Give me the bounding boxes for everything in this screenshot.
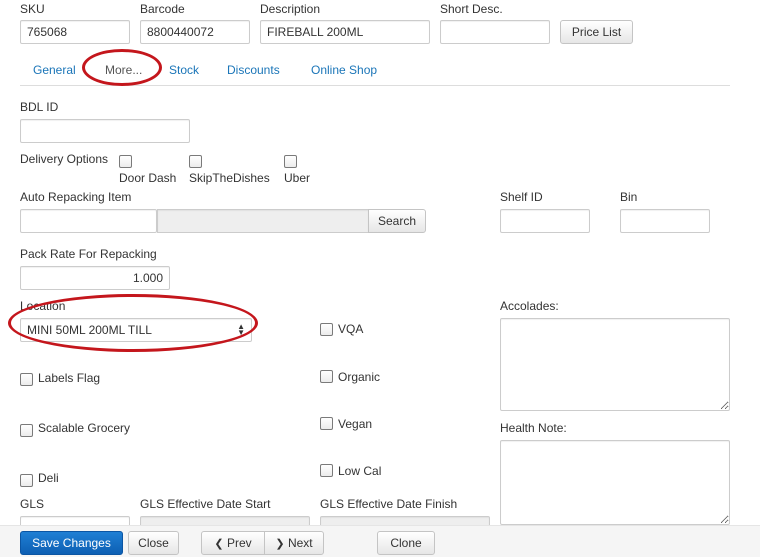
prev-button[interactable]: ❮ Prev xyxy=(201,531,265,555)
barcode-label: Barcode xyxy=(140,2,185,16)
next-label: Next xyxy=(287,536,313,550)
accolades-textarea[interactable] xyxy=(500,318,730,411)
vegan-label: Vegan xyxy=(338,417,373,431)
location-label: Location xyxy=(20,299,66,313)
description-label: Description xyxy=(260,2,321,16)
labels-flag-label: Labels Flag xyxy=(38,371,101,385)
auto-repacking-label: Auto Repacking Item xyxy=(20,190,132,204)
clone-button[interactable]: Clone xyxy=(377,531,435,555)
prev-label: Prev xyxy=(226,536,252,550)
short-desc-field[interactable] xyxy=(440,20,550,44)
scalable-grocery-checkbox[interactable] xyxy=(20,424,33,437)
bin-field[interactable] xyxy=(620,209,710,233)
auto-repacking-field[interactable] xyxy=(20,209,157,233)
location-select[interactable]: MINI 50ML 200ML TILL ▲ ▼ xyxy=(20,318,252,342)
tab-divider xyxy=(20,85,730,86)
gls-label: GLS xyxy=(20,497,45,511)
close-button[interactable]: Close xyxy=(128,531,179,555)
sku-label: SKU xyxy=(20,2,45,16)
sku-field[interactable]: 765068 xyxy=(20,20,130,44)
deli-checkbox[interactable] xyxy=(20,474,33,487)
health-note-label: Health Note: xyxy=(500,421,567,435)
pack-rate-field[interactable]: 1.000 xyxy=(20,266,170,290)
barcode-field[interactable]: 8800440072 xyxy=(140,20,250,44)
low-cal-checkbox[interactable] xyxy=(320,464,333,477)
auto-repacking-description xyxy=(157,209,369,233)
delivery-options-label: Delivery Options xyxy=(20,152,109,166)
bdl-id-field[interactable] xyxy=(20,119,190,143)
accolades-label: Accolades: xyxy=(500,299,559,313)
save-changes-button[interactable]: Save Changes xyxy=(20,531,123,555)
location-value: MINI 50ML 200ML TILL xyxy=(27,323,152,337)
door-dash-checkbox[interactable] xyxy=(119,155,132,168)
organic-label: Organic xyxy=(338,370,381,384)
next-button[interactable]: ❯ Next xyxy=(264,531,324,555)
tab-general[interactable]: General xyxy=(33,63,76,77)
pack-rate-label: Pack Rate For Repacking xyxy=(20,247,157,261)
organic-checkbox[interactable] xyxy=(320,370,333,383)
shelf-id-label: Shelf ID xyxy=(500,190,543,204)
short-desc-label: Short Desc. xyxy=(440,2,503,16)
scalable-grocery-label: Scalable Grocery xyxy=(38,421,131,435)
chevron-right-icon: ❯ xyxy=(275,538,285,550)
description-field[interactable]: FIREBALL 200ML xyxy=(260,20,430,44)
bin-label: Bin xyxy=(620,190,638,204)
tab-more[interactable]: More... xyxy=(105,63,142,77)
select-arrows-icon: ▲ ▼ xyxy=(237,322,245,337)
bdl-id-label: BDL ID xyxy=(20,100,59,114)
tab-online-shop[interactable]: Online Shop xyxy=(311,63,377,77)
shelf-id-field[interactable] xyxy=(500,209,590,233)
vegan-checkbox[interactable] xyxy=(320,417,333,430)
labels-flag-checkbox[interactable] xyxy=(20,373,33,386)
low-cal-label: Low Cal xyxy=(338,464,382,478)
chevron-left-icon: ❮ xyxy=(214,538,224,550)
tab-stock[interactable]: Stock xyxy=(169,63,199,77)
uber-label: Uber xyxy=(284,171,311,185)
gls-start-label: GLS Effective Date Start xyxy=(140,497,271,511)
health-note-textarea[interactable] xyxy=(500,440,730,525)
skipthedishes-checkbox[interactable] xyxy=(189,155,202,168)
skipthedishes-label: SkipTheDishes xyxy=(189,171,270,185)
uber-checkbox[interactable] xyxy=(284,155,297,168)
deli-label: Deli xyxy=(38,471,59,485)
vqa-label: VQA xyxy=(338,322,364,336)
tab-discounts[interactable]: Discounts xyxy=(227,63,280,77)
vqa-checkbox[interactable] xyxy=(320,323,333,336)
price-list-button[interactable]: Price List xyxy=(560,20,633,44)
search-button[interactable]: Search xyxy=(368,209,426,233)
gls-finish-label: GLS Effective Date Finish xyxy=(320,497,458,511)
door-dash-label: Door Dash xyxy=(119,171,177,185)
